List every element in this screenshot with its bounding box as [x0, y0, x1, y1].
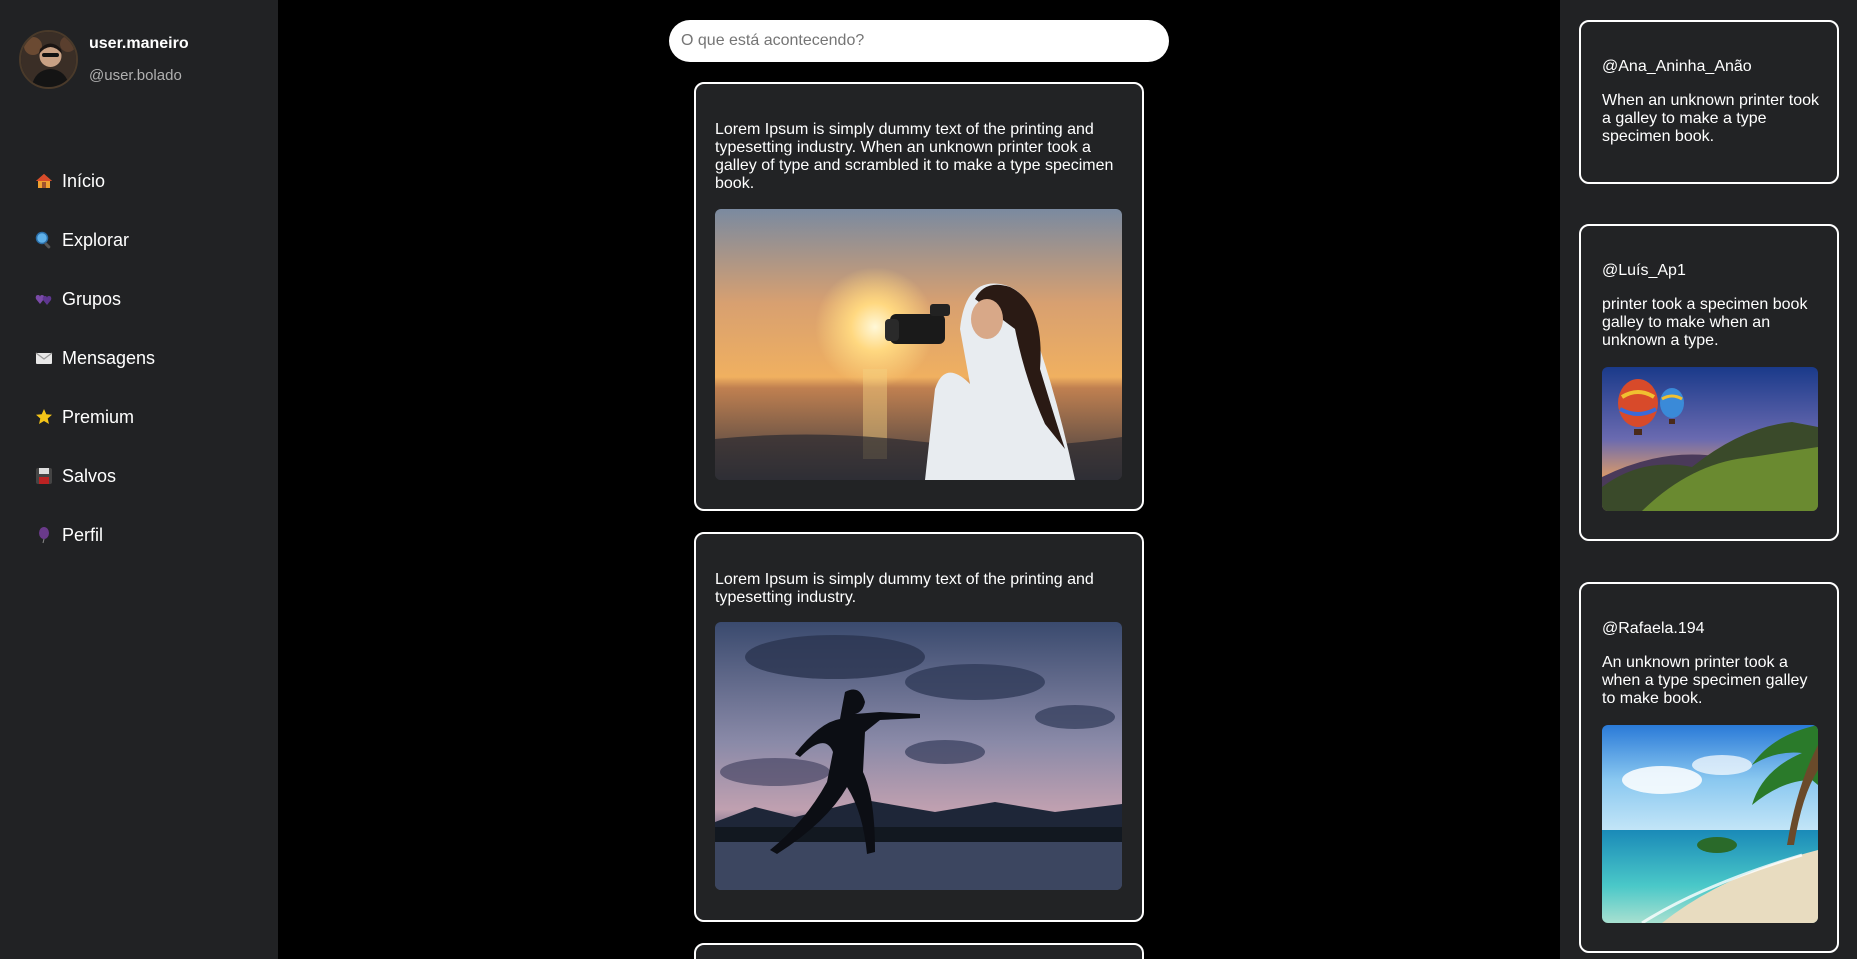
nav-label: Início [62, 171, 106, 191]
feed-post[interactable]: Lorem Ipsum is simply dummy text of the … [694, 532, 1144, 922]
feed-post[interactable] [694, 943, 1144, 959]
feed-post[interactable]: Lorem Ipsum is simply dummy text of the … [694, 82, 1144, 511]
balloon-icon [35, 526, 55, 546]
nav-item-mensagens[interactable]: Mensagens [35, 329, 155, 388]
post-text: Lorem Ipsum is simply dummy text of the … [715, 571, 1094, 606]
nav-item-premium[interactable]: Premium [35, 388, 155, 447]
left-sidebar: user.maneiro @user.bolado Início Explora… [0, 0, 278, 959]
nav-label: Explorar [62, 230, 130, 250]
hearts-icon [35, 290, 55, 310]
card-text: printer took a specimen book galley to m… [1602, 296, 1808, 349]
search-input[interactable] [669, 20, 1169, 62]
star-icon [35, 408, 55, 428]
card-handle[interactable]: @Rafaela.194 [1602, 620, 1705, 638]
nav-label: Grupos [62, 289, 122, 309]
main-nav: Início Explorar Grupos Mensagens Premium [35, 152, 155, 565]
card-image-tropical-beach[interactable] [1602, 725, 1818, 923]
floppy-disk-icon [35, 467, 55, 487]
house-icon [35, 172, 55, 192]
card-handle[interactable]: @Ana_Aninha_Anão [1602, 58, 1752, 76]
card-text: An unknown printer took a when a type sp… [1602, 654, 1808, 707]
profile-handle: @user.bolado [89, 67, 182, 84]
right-sidebar: @Ana_Aninha_Anão When an unknown printer… [1560, 0, 1857, 959]
post-text: Lorem Ipsum is simply dummy text of the … [715, 121, 1114, 192]
nav-label: Premium [62, 407, 135, 427]
post-image-photographer-sunset[interactable] [715, 209, 1122, 480]
nav-item-explorar[interactable]: Explorar [35, 211, 155, 270]
envelope-icon [35, 349, 55, 369]
suggestion-card[interactable]: @Luís_Ap1 printer took a specimen book g… [1579, 224, 1839, 541]
card-handle[interactable]: @Luís_Ap1 [1602, 262, 1686, 280]
profile-name: user.maneiro [89, 35, 189, 52]
nav-label: Perfil [62, 525, 104, 545]
suggestion-card[interactable]: @Ana_Aninha_Anão When an unknown printer… [1579, 20, 1839, 184]
nav-item-salvos[interactable]: Salvos [35, 447, 155, 506]
nav-label: Salvos [62, 466, 117, 486]
card-text: When an unknown printer took a galley to… [1602, 92, 1820, 145]
nav-item-grupos[interactable]: Grupos [35, 270, 155, 329]
post-image-yoga-silhouette[interactable] [715, 622, 1122, 890]
magnifier-icon [35, 231, 55, 251]
user-profile[interactable]: user.maneiro @user.bolado [19, 30, 189, 89]
nav-item-inicio[interactable]: Início [35, 152, 155, 211]
suggestion-card[interactable]: @Rafaela.194 An unknown printer took a w… [1579, 582, 1839, 953]
card-image-hot-air-balloons[interactable] [1602, 367, 1818, 511]
nav-item-perfil[interactable]: Perfil [35, 506, 155, 565]
nav-label: Mensagens [62, 348, 156, 368]
avatar[interactable] [19, 30, 78, 89]
